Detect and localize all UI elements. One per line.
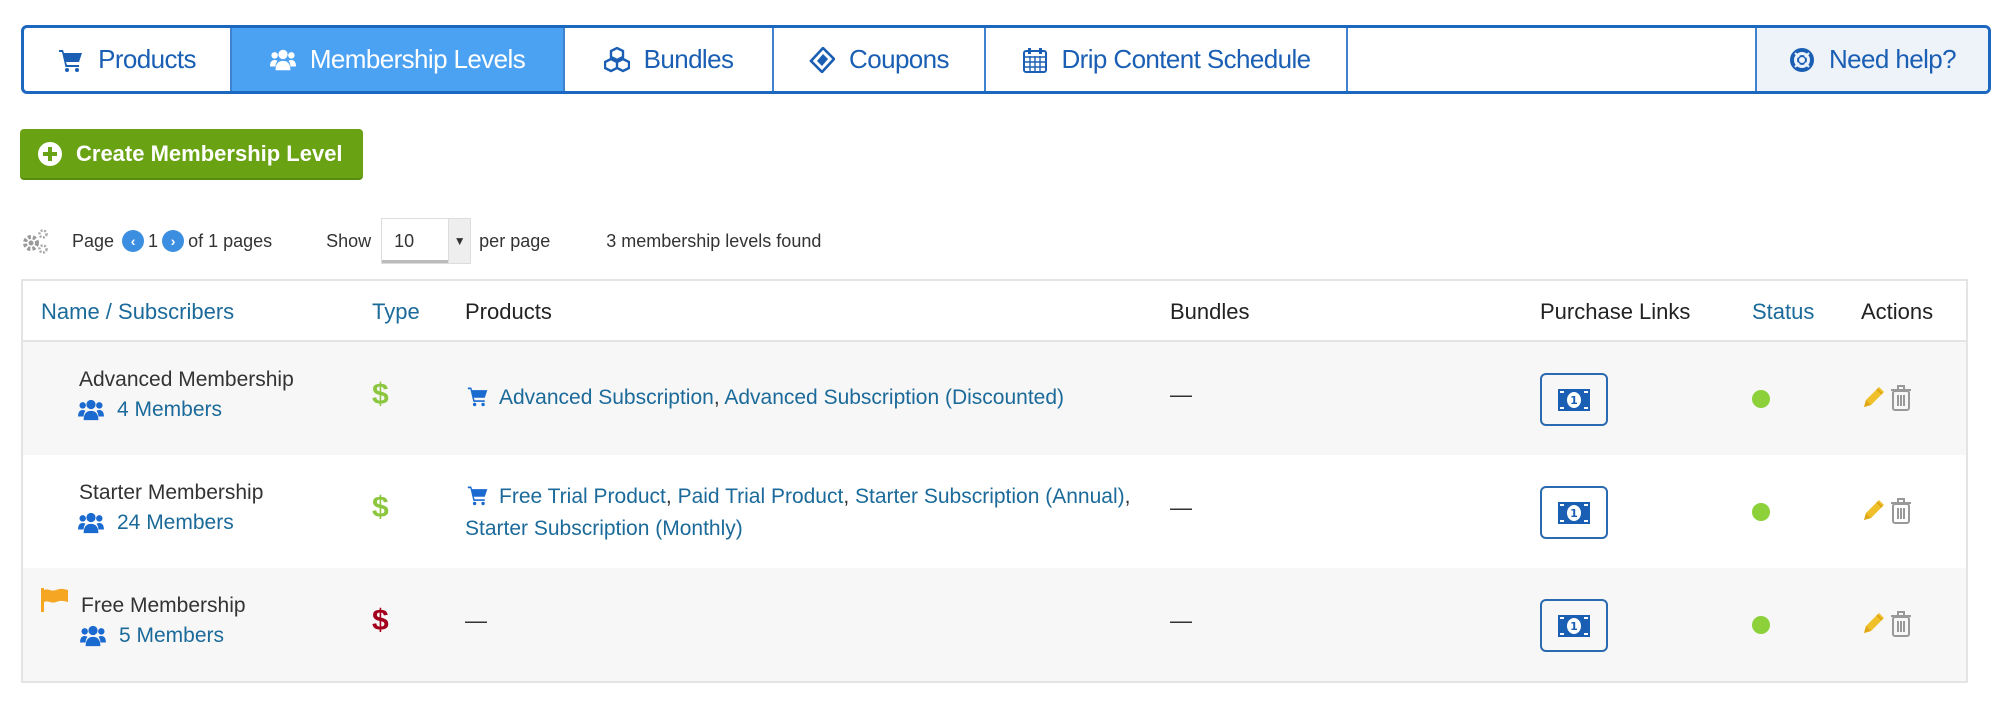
purchase-links-button[interactable]: 1 [1540, 486, 1608, 539]
cart-icon [467, 486, 488, 506]
users-icon [78, 512, 104, 534]
create-button-label: Create Membership Level [76, 140, 343, 166]
tab-label: Need help? [1829, 44, 1957, 74]
money-bill-icon: 1 [1558, 614, 1590, 637]
tab-bar-spacer [1348, 28, 1757, 91]
members-link[interactable]: 24 Members [77, 511, 263, 535]
table-row: Free Membership 5 Members $ — — 1 [23, 568, 1966, 681]
cart-icon [59, 49, 83, 72]
purchase-links-button[interactable]: 1 [1540, 599, 1608, 652]
product-link[interactable]: Advanced Subscription [499, 386, 714, 409]
members-link[interactable]: 4 Members [77, 398, 294, 422]
previous-page-button[interactable]: ‹ [122, 230, 145, 252]
tab-label: Membership Levels [309, 44, 526, 74]
trash-icon[interactable] [1890, 610, 1912, 638]
level-name: Starter Membership [79, 481, 264, 504]
header-actions: Actions [1861, 299, 1934, 324]
page-label: Page [72, 230, 115, 251]
money-bill-icon: 1 [1558, 501, 1590, 524]
header-type[interactable]: Type [372, 299, 420, 325]
table-row: Advanced Membership 4 Members $ Advanced… [23, 342, 1966, 455]
type-paid-icon: $ [372, 378, 389, 411]
chevron-down-icon: ▼ [448, 219, 471, 263]
status-active-indicator[interactable] [1752, 503, 1770, 521]
create-membership-level-button[interactable]: Create Membership Level [20, 129, 363, 180]
trash-icon[interactable] [1890, 497, 1912, 525]
type-free-icon: $ [372, 604, 389, 637]
tab-label: Products [98, 44, 196, 74]
members-link[interactable]: 5 Members [79, 624, 246, 648]
need-help-button[interactable]: Need help? [1757, 28, 1988, 91]
table-row: Starter Membership 24 Members $ Free Tri… [23, 455, 1966, 568]
product-link[interactable]: Starter Subscription (Annual) [855, 485, 1125, 508]
name-cell: Free Membership 5 Members [79, 588, 246, 648]
tab-coupons[interactable]: Coupons [774, 28, 986, 91]
users-icon [78, 399, 104, 421]
purchase-links-button[interactable]: 1 [1540, 373, 1608, 426]
edit-pencil-icon[interactable] [1861, 610, 1887, 636]
members-count: 4 Members [117, 398, 223, 421]
money-bill-icon: 1 [1558, 388, 1590, 411]
per-page-value: 10 [394, 230, 415, 251]
product-link[interactable]: Free Trial Product [499, 485, 666, 508]
product-link[interactable]: Starter Subscription (Monthly) [465, 517, 743, 540]
name-cell: Starter Membership 24 Members [77, 475, 264, 535]
header-purchase-links: Purchase Links [1540, 299, 1691, 324]
calendar-icon [1022, 47, 1047, 73]
level-name: Free Membership [81, 594, 246, 617]
tab-products[interactable]: Products [24, 28, 232, 91]
svg-text:1: 1 [1570, 394, 1578, 407]
cubes-icon [603, 46, 630, 72]
level-name: Advanced Membership [79, 368, 294, 391]
tab-membership-levels[interactable]: Membership Levels [232, 28, 565, 91]
status-active-indicator[interactable] [1752, 616, 1770, 634]
pagination-bar: Page ‹ 1 › of 1 pages Show 10 ▼ per page… [20, 218, 821, 264]
name-cell: Advanced Membership 4 Members [77, 362, 294, 422]
page-count: of 1 pages [188, 230, 273, 251]
tab-label: Coupons [849, 44, 949, 74]
tab-label: Bundles [643, 44, 734, 74]
table-header: Name / Subscribers Type Products Bundles… [23, 281, 1966, 342]
per-page-select[interactable]: 10 ▼ [381, 218, 472, 264]
next-page-button[interactable]: › [162, 230, 185, 252]
type-paid-icon: $ [372, 491, 389, 524]
product-link[interactable]: Advanced Subscription (Discounted) [724, 386, 1064, 409]
per-page-label: per page [479, 230, 551, 251]
tab-drip-content-schedule[interactable]: Drip Content Schedule [986, 28, 1348, 91]
header-name-subscribers[interactable]: Name / Subscribers [41, 299, 234, 325]
membership-levels-table: Name / Subscribers Type Products Bundles… [21, 279, 1968, 683]
life-ring-icon [1790, 47, 1814, 72]
tab-label: Drip Content Schedule [1061, 44, 1312, 74]
ticket-icon [809, 46, 836, 73]
tab-bundles[interactable]: Bundles [565, 28, 774, 91]
gears-icon[interactable] [20, 227, 50, 255]
bundles-cell: — [1170, 608, 1192, 633]
show-label: Show [326, 230, 372, 251]
edit-pencil-icon[interactable] [1861, 384, 1887, 410]
plus-circle-icon [38, 141, 62, 166]
trash-icon[interactable] [1890, 384, 1912, 412]
cart-icon [467, 387, 488, 407]
current-page: 1 [148, 230, 159, 251]
members-count: 5 Members [119, 624, 225, 647]
edit-pencil-icon[interactable] [1861, 497, 1887, 523]
header-status[interactable]: Status [1752, 299, 1814, 325]
status-active-indicator[interactable] [1752, 390, 1770, 408]
products-cell: Advanced Subscription, Advanced Subscrip… [465, 382, 1145, 414]
product-link[interactable]: Paid Trial Product [678, 485, 844, 508]
products-cell: — [465, 608, 487, 633]
bundles-cell: — [1170, 495, 1192, 520]
users-icon [269, 49, 296, 70]
users-icon [80, 625, 106, 647]
bundles-cell: — [1170, 382, 1192, 407]
members-count: 24 Members [117, 511, 234, 534]
header-bundles: Bundles [1170, 299, 1250, 324]
default-level-flag-icon [41, 588, 68, 612]
tab-bar: Products Membership Levels Bundles Coupo… [21, 25, 1991, 94]
results-count: 3 membership levels found [606, 230, 822, 251]
svg-text:1: 1 [1570, 507, 1578, 520]
header-products: Products [465, 299, 552, 324]
products-cell: Free Trial Product, Paid Trial Product, … [465, 485, 1131, 540]
svg-text:1: 1 [1570, 620, 1578, 633]
